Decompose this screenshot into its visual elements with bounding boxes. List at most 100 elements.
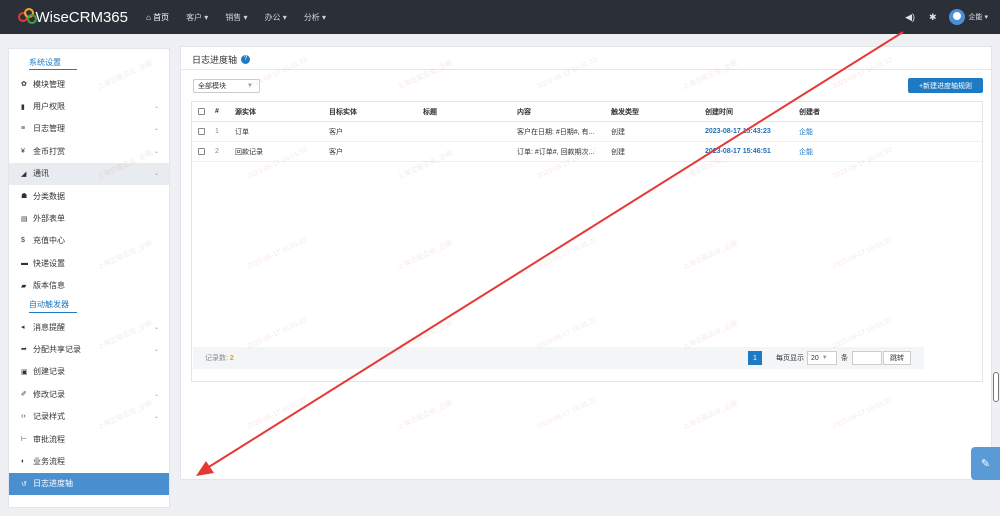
nav-home[interactable]: ⌂ 首页 — [146, 12, 169, 23]
sidebar-item-label: 日志管理 — [33, 124, 65, 134]
rules-table: # 源实体 目标实体 标题 内容 触发类型 创建时间 创建者 1 订单 客户 客户在日… — [191, 101, 983, 382]
sidebar-item[interactable]: ◂ 消息提醒 ⌄ — [9, 316, 169, 338]
row-index: 1 — [215, 128, 219, 135]
col-index: # — [215, 108, 219, 115]
timeline-rules-panel: 日志进度轴? 全部模块 ▼ +新建进度轴规则 # 源实体 目标实体 标题 内容 触… — [180, 46, 992, 480]
page-title: 日志进度轴? — [192, 53, 251, 66]
sidebar-item[interactable]: ▣ 创建记录 — [9, 361, 169, 383]
row-checkbox[interactable] — [198, 148, 205, 155]
col-created[interactable]: 创建时间 — [705, 107, 733, 117]
sidebar-item-label: 创建记录 — [33, 367, 65, 377]
chevron-down-icon: ⌄ — [153, 414, 159, 421]
cell-content: 客户在日期: #日期#, 有... — [517, 128, 595, 136]
dollar-icon: $ — [21, 237, 25, 245]
sidebar-item[interactable]: ▰ 版本信息 — [9, 275, 169, 297]
nav-office[interactable]: 办公 ▾ — [265, 12, 287, 23]
col-target[interactable]: 目标实体 — [329, 107, 357, 117]
cell-content: 订单: #订单#, 回款期次... — [517, 148, 595, 156]
history-icon: ↺ — [21, 480, 27, 488]
chevron-down-icon: ▼ — [821, 355, 828, 361]
module-filter-select[interactable]: 全部模块 ▼ — [193, 79, 260, 93]
help-icon[interactable]: ? — [241, 55, 251, 64]
speaker-icon[interactable]: ◀) — [905, 12, 915, 23]
chevron-down-icon: ⌄ — [153, 104, 159, 111]
col-creator[interactable]: 创建者 — [799, 107, 820, 117]
settings-gear-icon[interactable]: ✱ — [929, 12, 937, 23]
cell-target: 客户 — [329, 148, 343, 156]
col-title[interactable]: 标题 — [423, 107, 437, 117]
home-icon: ⌂ — [146, 12, 154, 22]
cell-trigger: 创建 — [611, 128, 625, 136]
sidebar-item[interactable]: ➦ 分配共享记录 ⌄ — [9, 338, 169, 360]
scroll-handle[interactable] — [993, 372, 999, 402]
cell-target: 客户 — [329, 128, 343, 136]
feedback-edit-button[interactable]: ✎ — [971, 447, 1000, 480]
yen-icon: ¥ — [21, 147, 25, 155]
truck-icon: ▬ — [21, 259, 28, 267]
sidebar-item[interactable]: $ 充值中心 — [9, 230, 169, 252]
main-nav: ⌂ 首页 客户 ▾ 销售 ▾ 办公 ▾ 分析 ▾ — [146, 12, 343, 23]
jump-button[interactable]: 跳转 — [883, 351, 911, 365]
sidebar-item-label: 用户权限 — [33, 102, 65, 112]
nav-right-tools: ◀) ✱ 企能 ▾ — [891, 9, 988, 25]
new-timeline-rule-button[interactable]: +新建进度轴规则 — [908, 78, 983, 93]
sidebar-item[interactable]: ✐ 修改记录 ⌄ — [9, 383, 169, 405]
sidebar-item-label: 消息提醒 — [33, 322, 65, 332]
page-size-select[interactable]: 20 ▼ — [807, 351, 837, 365]
sidebar-item[interactable]: ▤ 外部表单 — [9, 207, 169, 229]
sidebar-item-label: 通讯 — [33, 169, 49, 179]
jump-page-input[interactable] — [852, 351, 882, 365]
sidebar-item[interactable]: ◢ 通讯 ⌄ — [9, 162, 169, 185]
user-menu[interactable]: 企能 ▾ — [969, 12, 988, 22]
col-trigger[interactable]: 触发类型 — [611, 107, 639, 117]
sidebar-item[interactable]: ▬ 快递设置 — [9, 252, 169, 274]
bell-icon: ◂ — [21, 324, 25, 332]
table-row[interactable]: 1 订单 客户 客户在日期: #日期#, 有... 创建 2023-08-17 15:43… — [192, 122, 982, 142]
sidebar-item-label: 金币打赏 — [33, 146, 65, 156]
chevron-down-icon: ⌄ — [153, 324, 159, 331]
sidebar-item-label: 业务流程 — [33, 456, 65, 466]
col-source[interactable]: 源实体 — [235, 107, 256, 117]
cell-created: 2023-08-17 15:43:23 — [705, 128, 771, 135]
sidebar-item[interactable]: ⊢ 审批流程 — [9, 428, 169, 450]
page-button-1[interactable]: 1 — [748, 351, 762, 365]
sidebar-item[interactable]: ‹› 记录样式 ⌄ — [9, 405, 169, 427]
pagination-bar: 记录数: 2 1 每页显示 20 ▼ 条 跳转 — [193, 347, 924, 369]
sidebar-item-label: 分配共享记录 — [33, 344, 81, 354]
cell-source: 订单 — [235, 128, 249, 136]
plus-square-icon: ▣ — [21, 368, 28, 376]
logo-text: WiseCRM365 — [35, 8, 128, 26]
nav-customer[interactable]: 客户 ▾ — [186, 12, 208, 23]
sidebar-section-system: 系统设置 — [9, 55, 169, 70]
sitemap-icon: ☗ — [21, 193, 28, 201]
list-icon: ≡ — [21, 125, 26, 133]
sidebar-item[interactable]: ¥ 金币打赏 ⌄ — [9, 140, 169, 162]
share-icon: ➦ — [21, 346, 27, 354]
sidebar-item[interactable]: ▮ 用户权限 ⌄ — [9, 95, 169, 117]
gear-icon: ✿ — [21, 81, 27, 89]
cell-creator[interactable]: 企能 — [799, 127, 813, 137]
sidebar-item[interactable]: ☗ 分类数据 — [9, 185, 169, 207]
cell-creator[interactable]: 企能 — [799, 147, 813, 157]
page-size-unit: 条 — [841, 355, 848, 362]
shield-icon: ◐ — [21, 457, 26, 465]
sidebar-item-label: 模块管理 — [33, 79, 65, 89]
nav-sales[interactable]: 销售 ▾ — [225, 12, 247, 23]
nav-analysis[interactable]: 分析 ▾ — [304, 12, 326, 23]
col-content[interactable]: 内容 — [517, 107, 531, 117]
sidebar-item[interactable]: ↺ 日志进度轴 — [9, 472, 169, 496]
form-icon: ▤ — [21, 215, 28, 223]
sidebar-item[interactable]: ✿ 模块管理 — [9, 73, 169, 95]
cell-created: 2023-08-17 15:46:51 — [705, 148, 771, 155]
row-checkbox[interactable] — [198, 128, 205, 135]
user-avatar[interactable] — [948, 9, 965, 25]
chevron-down-icon: ⌄ — [153, 126, 159, 133]
sidebar-item[interactable]: ◐ 业务流程 — [9, 450, 169, 472]
app-logo[interactable]: WiseCRM365 — [18, 8, 128, 26]
sidebar-item-label: 版本信息 — [33, 281, 65, 291]
select-all-checkbox[interactable] — [198, 108, 205, 115]
sidebar-item[interactable]: ≡ 日志管理 ⌄ — [9, 118, 169, 140]
table-row[interactable]: 2 回款记录 客户 订单: #订单#, 回款期次... 创建 2023-08-17 15:… — [192, 142, 982, 162]
cell-trigger: 创建 — [611, 148, 625, 156]
flow-icon: ⊢ — [21, 436, 28, 444]
